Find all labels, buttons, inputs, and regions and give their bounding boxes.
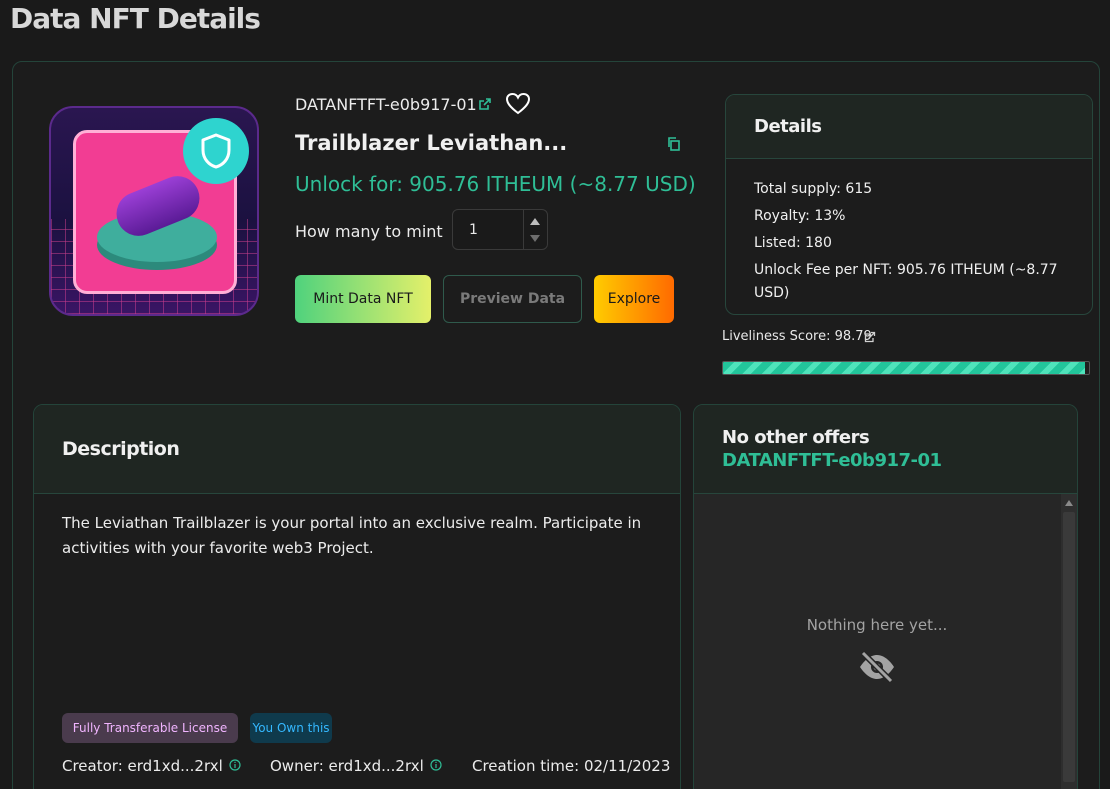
offers-title: No other offers (722, 427, 870, 448)
ownership-badge: You Own this (250, 713, 332, 743)
listed-count: Listed: 180 (754, 235, 832, 251)
offers-header: No other offers DATANFTFT-e0b917-01 (694, 405, 1077, 494)
explore-button[interactable]: Explore (594, 275, 674, 323)
eye-off-icon (857, 650, 897, 687)
scroll-thumb[interactable] (1063, 512, 1075, 782)
nft-title: Trailblazer Leviathan... (295, 131, 568, 155)
license-badge: Fully Transferable License (62, 713, 238, 743)
details-header: Details (726, 95, 1092, 159)
preview-data-button[interactable]: Preview Data (443, 275, 582, 323)
external-link-icon[interactable] (478, 96, 492, 115)
mint-quantity-label: How many to mint (295, 222, 443, 241)
description-header: Description (34, 405, 680, 494)
liveliness-progress-bar (722, 361, 1090, 375)
liveliness-progress-fill (723, 362, 1085, 374)
unlock-price: Unlock for: 905.76 ITHEUM (~8.77 USD) (295, 172, 696, 196)
copy-icon[interactable] (666, 136, 682, 156)
page-title: Data NFT Details (10, 2, 261, 35)
royalty: Royalty: 13% (754, 208, 846, 224)
increment-arrow-icon[interactable] (530, 218, 540, 225)
offers-scrollbar[interactable] (1061, 494, 1077, 789)
token-id: DATANFTFT-e0b917-01 (295, 95, 477, 114)
description-text: The Leviathan Trailblazer is your portal… (62, 514, 642, 557)
description-panel: Description The Leviathan Trailblazer is… (33, 404, 681, 789)
unlock-fee: Unlock Fee per NFT: 905.76 ITHEUM (~8.77… (754, 262, 1058, 301)
total-supply: Total supply: 615 (754, 181, 873, 197)
liveliness-score: Liveliness Score: 98.79 (722, 329, 872, 344)
creation-time: Creation time: 02/11/2023 (472, 757, 671, 775)
scroll-up-arrow-icon[interactable] (1065, 500, 1073, 506)
details-body: Total supply: 615 Royalty: 13% Listed: 1… (726, 159, 1092, 305)
nft-image (49, 106, 259, 316)
offers-token-id: DATANFTFT-e0b917-01 (722, 450, 942, 471)
offers-empty-text: Nothing here yet... (806, 616, 948, 634)
creator-address: Creator: erd1xd...2rxl (62, 757, 223, 775)
mint-quantity-stepper[interactable]: 1 (452, 209, 548, 250)
mint-data-nft-button[interactable]: Mint Data NFT (295, 275, 431, 323)
shield-icon (183, 118, 249, 184)
external-link-icon[interactable] (864, 328, 876, 347)
info-icon[interactable] (430, 757, 442, 775)
owner-info: Owner: erd1xd...2rxl (270, 757, 442, 775)
favorite-heart-icon[interactable] (505, 92, 531, 120)
details-panel: Details Total supply: 615 Royalty: 13% L… (725, 94, 1093, 315)
offers-panel: No other offers DATANFTFT-e0b917-01 Noth… (693, 404, 1078, 789)
decrement-arrow-icon[interactable] (530, 235, 540, 242)
stepper-arrows[interactable] (523, 210, 547, 249)
info-icon[interactable] (229, 757, 241, 775)
mint-quantity-value[interactable]: 1 (469, 222, 478, 238)
owner-address: Owner: erd1xd...2rxl (270, 757, 424, 775)
creator-info: Creator: erd1xd...2rxl (62, 757, 241, 775)
